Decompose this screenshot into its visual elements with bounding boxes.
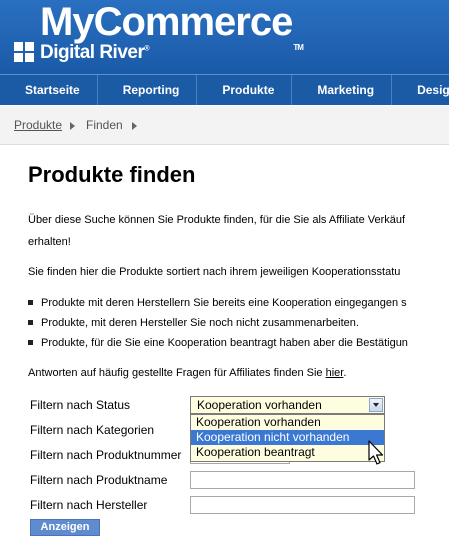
category-filter-label: Filtern nach Kategorien [30, 423, 155, 437]
page-title: Produkte finden [28, 162, 196, 187]
product-number-filter-label: Filtern nach Produktnummer [30, 448, 182, 462]
bullet-icon [28, 299, 33, 305]
mycommerce-logo[interactable]: MyCommerceTM [40, 0, 304, 52]
bullet-icon [28, 319, 33, 325]
status-dropdown-list: Kooperation vorhanden Kooperation nicht … [190, 414, 385, 462]
nav-produkte[interactable]: Produkte [197, 75, 293, 105]
product-name-field[interactable] [190, 471, 415, 489]
sort-text: Sie finden hier die Produkte sortiert na… [28, 266, 401, 278]
list-item: Produkte, für die Sie eine Kooperation b… [28, 337, 408, 349]
chevron-down-icon[interactable] [369, 398, 383, 412]
brand-name: MyCommerce [40, 0, 293, 44]
status-filter-label: Filtern nach Status [30, 398, 131, 412]
intro-text-line2: erhalten! [28, 236, 71, 248]
product-name-filter-label: Filtern nach Produktname [30, 473, 168, 487]
breadcrumb: Produkte Finden [0, 106, 449, 145]
faq-text: Antworten auf häufig gestellte Fragen fü… [28, 367, 347, 379]
digital-river-logo: Digital River® [14, 41, 150, 65]
nav-design[interactable]: Design und La [392, 75, 449, 105]
status-option[interactable]: Kooperation beantragt [191, 445, 384, 460]
nav-startseite[interactable]: Startseite [0, 75, 98, 105]
anzeigen-button[interactable]: Anzeigen [30, 519, 100, 536]
status-select-value: Kooperation vorhanden [197, 398, 322, 412]
status-option-highlighted[interactable]: Kooperation nicht vorhanden [191, 430, 384, 445]
chevron-right-icon [70, 122, 75, 130]
intro-text-line1: Über diese Suche können Sie Produkte fin… [28, 214, 406, 226]
brand-trademark: TM [293, 43, 304, 52]
chevron-right-icon [132, 122, 137, 130]
mouse-pointer-icon [368, 440, 384, 465]
status-select[interactable]: Kooperation vorhanden [190, 396, 385, 414]
header-banner: MyCommerceTM Digital River® [0, 0, 449, 74]
status-option[interactable]: Kooperation vorhanden [191, 415, 384, 430]
main-nav: Startseite Reporting Produkte Marketing … [0, 74, 449, 105]
breadcrumb-finden: Finden [86, 118, 123, 132]
nav-reporting[interactable]: Reporting [98, 75, 198, 105]
company-name: Digital River® [40, 42, 150, 63]
manufacturer-filter-label: Filtern nach Hersteller [30, 498, 148, 512]
digital-river-mark-icon [14, 42, 36, 64]
list-item: Produkte, mit deren Hersteller Sie noch … [28, 317, 359, 329]
list-item: Produkte mit deren Herstellern Sie berei… [28, 297, 407, 309]
breadcrumb-produkte[interactable]: Produkte [14, 118, 62, 132]
manufacturer-field[interactable] [190, 496, 415, 514]
nav-marketing[interactable]: Marketing [292, 75, 393, 105]
bullet-icon [28, 339, 33, 345]
faq-link[interactable]: hier [326, 367, 344, 379]
